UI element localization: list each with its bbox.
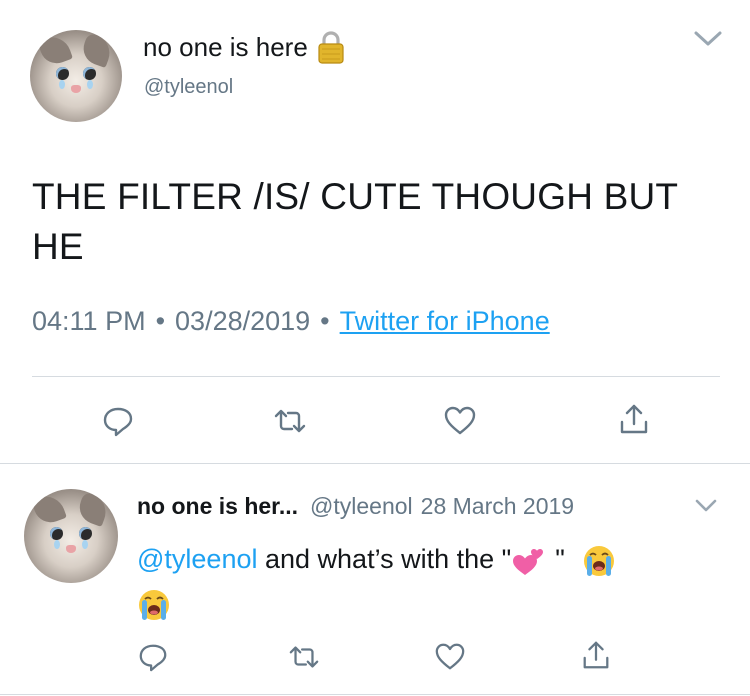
- avatar-nose: [66, 545, 76, 553]
- heart-icon: [444, 406, 476, 435]
- avatar-ear-left: [37, 31, 73, 67]
- avatar-eye-right: [78, 526, 92, 540]
- retweet-button[interactable]: [273, 404, 307, 438]
- tweet-author-handle[interactable]: @tyleenol: [144, 76, 233, 99]
- divider: [0, 463, 750, 464]
- share-button[interactable]: [617, 402, 651, 436]
- reply-text-body: and what’s with the ": [257, 544, 512, 574]
- lock-icon: [316, 30, 346, 64]
- avatar-eye-left: [55, 66, 69, 80]
- reply-mention-link[interactable]: @tyleenol: [137, 544, 257, 574]
- share-icon: [583, 641, 609, 669]
- avatar-tear-right: [82, 539, 88, 550]
- tweet-time: 04:11 PM: [32, 306, 146, 336]
- tweet-source-link[interactable]: Twitter for iPhone: [340, 306, 550, 337]
- divider: [32, 376, 720, 377]
- share-icon: [620, 404, 648, 434]
- reply-author-name[interactable]: no one is her...: [137, 493, 298, 520]
- loudly-crying-face-icon: [137, 588, 171, 622]
- two-hearts-icon: [511, 546, 545, 576]
- like-button[interactable]: [434, 641, 466, 673]
- reply-author-handle[interactable]: @tyleenol: [310, 493, 413, 520]
- avatar-eye-right: [83, 66, 97, 80]
- avatar-eye-left: [50, 526, 64, 540]
- reply-header: no one is her... @tyleenol 28 March 2019: [137, 493, 574, 520]
- loudly-crying-face-icon: [582, 544, 616, 578]
- chevron-down-icon[interactable]: [693, 30, 723, 48]
- avatar-tear-right: [87, 79, 93, 89]
- author-name-text: no one is here: [143, 31, 308, 62]
- retweet-icon: [289, 646, 319, 668]
- avatar-nose: [71, 85, 81, 93]
- share-button[interactable]: [580, 639, 612, 671]
- avatar-tear-left: [54, 539, 60, 550]
- meta-separator: •: [155, 306, 166, 336]
- reply-date[interactable]: 28 March 2019: [421, 493, 574, 520]
- reply-text-end: ": [555, 544, 565, 574]
- meta-separator: •: [320, 306, 330, 336]
- heart-icon: [435, 643, 465, 670]
- retweet-icon: [274, 409, 306, 433]
- avatar-ear-left: [31, 490, 68, 527]
- reply-icon: [139, 644, 167, 672]
- tweet-author-name[interactable]: no one is here: [143, 30, 346, 64]
- divider: [0, 694, 750, 695]
- retweet-button[interactable]: [288, 641, 320, 673]
- reply-text: @tyleenol and what’s with the " ": [137, 537, 717, 625]
- avatar[interactable]: [30, 30, 122, 122]
- reply-avatar[interactable]: [24, 489, 118, 583]
- reply-button[interactable]: [101, 404, 135, 438]
- avatar-ear-right: [74, 490, 111, 527]
- like-button[interactable]: [443, 404, 477, 438]
- avatar-tear-left: [59, 79, 65, 89]
- chevron-down-icon[interactable]: [694, 498, 718, 514]
- reply-icon: [103, 407, 133, 437]
- tweet-meta: 04:11 PM • 03/28/2019 • Twitter for iPho…: [32, 306, 550, 337]
- avatar-ear-right: [79, 31, 115, 67]
- tweet-text: THE FILTER /IS/ CUTE THOUGH BUT HE: [32, 176, 678, 267]
- reply-button[interactable]: [137, 641, 169, 673]
- tweet-date: 03/28/2019: [175, 306, 311, 336]
